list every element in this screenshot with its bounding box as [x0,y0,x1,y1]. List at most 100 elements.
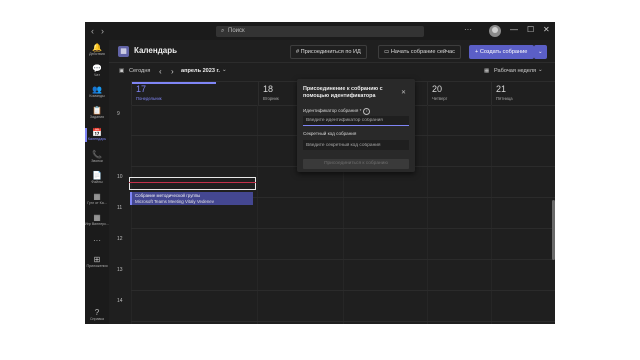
rail-item-label: Приложения [86,264,108,268]
meeting-id-input[interactable] [303,116,409,126]
file-icon: 📄 [92,171,102,180]
close-icon[interactable]: ✕ [401,89,406,96]
today-icon: ▣ [119,68,125,74]
hour-line [131,321,555,322]
rail-item-label: Гугл от Ка... [87,201,107,205]
avatar[interactable] [489,25,501,37]
calendar-app-icon: ▦ [118,46,129,57]
month-label[interactable]: апрель 2023 г. [181,68,220,74]
view-selector[interactable]: Рабочая неделя [494,68,536,74]
rail-item-teams[interactable]: 👥 Команды [85,85,109,99]
weekday-label: Четверг [432,96,448,101]
more-apps-icon: ··· [93,236,101,245]
rail-item-label: Игр Виннерс... [85,222,109,226]
join-by-id-label: Присоединиться по ИД [300,49,361,55]
join-by-id-button[interactable]: # Присоединиться по ИД [290,45,367,59]
more-options-icon[interactable]: ··· [464,25,472,34]
assignments-icon: 📋 [92,106,102,115]
hour-line [131,290,555,291]
day-number: 20 [432,84,443,94]
join-by-id-dialog: Присоединение к собранию с помощью идент… [297,79,415,172]
prev-week-icon[interactable]: ‹ [159,67,162,76]
day-number: 21 [496,84,507,94]
search-box[interactable]: ⌕ Поиск [216,26,424,37]
teams-icon: 👥 [92,85,102,94]
app-icon: ▦ [93,213,101,222]
meeting-id-label-text: Идентификатор собрания * [303,108,362,113]
help-icon: ? [94,308,100,317]
close-window-icon[interactable]: ✕ [543,25,550,34]
rail-item-label: Календарь [87,137,107,141]
search-placeholder: Поиск [228,28,245,34]
today-button[interactable]: Сегодня [129,68,150,74]
meeting-id-label: Идентификатор собрания * i [303,108,371,115]
new-meeting-dropdown[interactable]: ⌄ [534,45,547,59]
chevron-down-icon[interactable]: ⌄ [538,67,543,73]
rail-item-apps[interactable]: ⊞ Приложения [85,255,109,269]
rail-item-more[interactable]: ··· [85,236,109,245]
search-icon: ⌕ [221,28,225,34]
hour-label: 10 [117,174,123,180]
bell-icon: 🔔 [92,43,102,52]
vertical-scrollbar[interactable] [552,200,555,260]
grid-column-line [491,105,492,324]
rail-item-calls[interactable]: 📞 Звонки [85,150,109,164]
rail-item-chat[interactable]: 💬 Чат [85,64,109,78]
rail-item-files[interactable]: 📄 Файлы [85,171,109,185]
hour-label: 13 [117,267,123,273]
hour-label: 12 [117,236,123,242]
join-meeting-button[interactable]: Присоединиться к собранию [303,159,409,169]
apps-icon: ⊞ [93,255,101,264]
event-subtitle: Microsoft Teams Meeting Vitaly Vedenev [135,199,214,204]
hour-line [131,259,555,260]
hour-label: 11 [117,205,123,211]
minimize-icon[interactable]: — [510,25,518,34]
rail-item-label: Действия [89,52,105,56]
rail-item-help[interactable]: ? Справка [85,308,109,322]
dialog-title: Присоединение к собранию с помощью идент… [303,86,383,99]
page-title: Календарь [134,46,178,55]
next-week-icon[interactable]: › [171,67,174,76]
forward-arrow-icon[interactable]: › [101,26,104,36]
chat-icon: 💬 [92,64,102,73]
rail-item-label: Команды [89,94,105,98]
new-meeting-label: Создать собрание [479,49,528,55]
rail-item-app-2[interactable]: ▦ Игр Виннерс... [85,213,109,227]
calendar-icon: 📅 [92,128,102,137]
grid-column-line [131,105,132,324]
day-header-thu[interactable]: 20 Четверг [427,82,492,105]
weekday-label: Вторник [263,96,279,101]
day-header-fri[interactable]: 21 Пятница [491,82,555,105]
rail-item-label: Чат [94,73,100,77]
rail-item-assignments[interactable]: 📋 Задания [85,106,109,120]
meet-now-button[interactable]: ▭ Начать собрание сейчас [378,45,461,59]
chevron-down-icon[interactable]: ⌄ [222,67,227,73]
grid-column-line [257,105,258,324]
back-arrow-icon[interactable]: ‹ [91,26,94,36]
meet-now-label: Начать собрание сейчас [390,49,455,55]
day-header-mon[interactable]: 17 Понедельник [131,82,216,105]
app-icon: ▦ [93,192,101,201]
chevron-down-icon: ⌄ [538,49,543,55]
passcode-label: Секретный код собрания [303,131,357,136]
rail-item-calendar[interactable]: 📅 Календарь [85,128,109,142]
calendar-header: ▦ Календарь # Присоединиться по ИД ▭ Нач… [109,40,555,63]
selected-time-slot[interactable] [129,177,256,190]
phone-icon: 📞 [92,150,102,159]
rail-item-label: Файлы [91,180,103,184]
calendar-pane: ▦ Календарь # Присоединиться по ИД ▭ Нач… [109,40,555,324]
new-meeting-button[interactable]: + Создать собрание [469,45,535,59]
rail-item-app-1[interactable]: ▦ Гугл от Ка... [85,192,109,206]
day-number: 18 [263,84,274,94]
view-icon: ▦ [484,68,490,74]
current-time-line [129,182,256,183]
rail-item-activity[interactable]: 🔔 Действия [85,43,109,57]
passcode-input[interactable] [303,140,409,150]
maximize-icon[interactable]: ☐ [527,25,534,34]
hour-label: 9 [117,111,120,117]
info-icon[interactable]: i [363,108,371,115]
hour-line [131,228,555,229]
event-title: Собрание методической группы [135,193,201,198]
rail-item-label: Задания [89,115,105,119]
calendar-event[interactable]: Собрание методической группы Microsoft T… [130,192,253,205]
